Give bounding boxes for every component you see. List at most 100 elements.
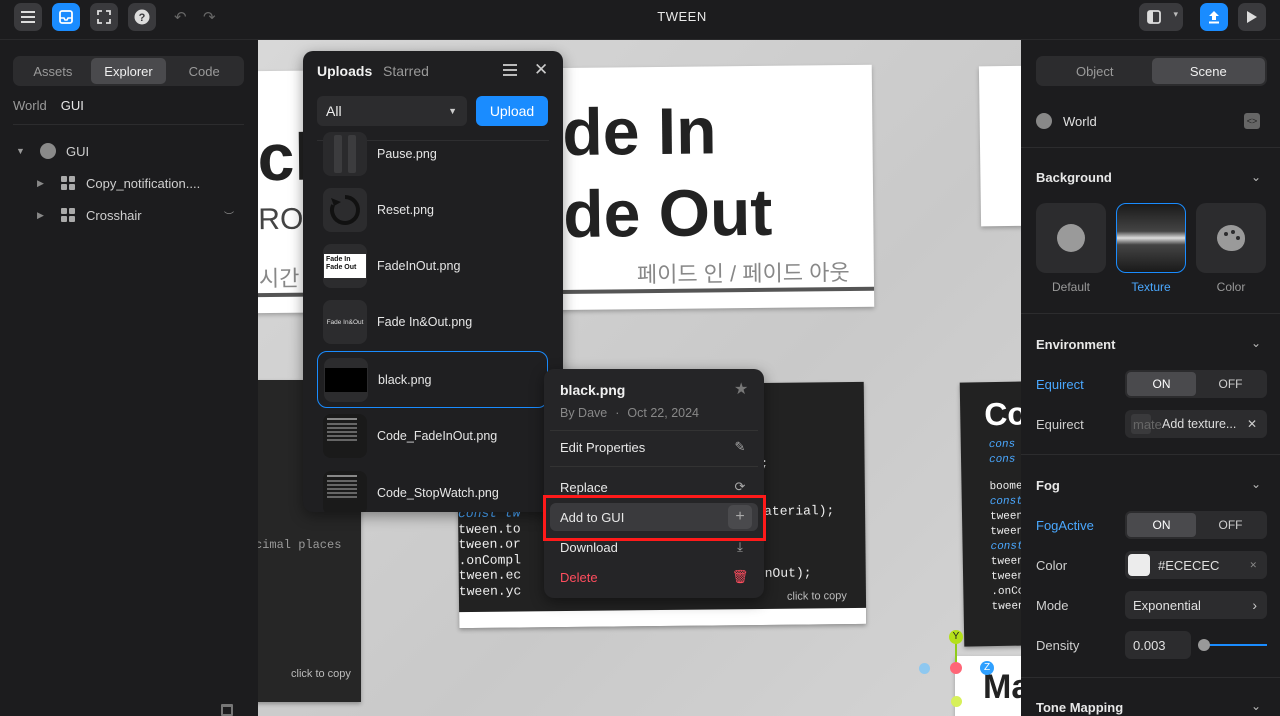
upload-item-fade-in-out[interactable]: Fade In&Out Fade In&Out.png (317, 294, 549, 350)
code-toggle-icon[interactable]: <> (1244, 113, 1260, 129)
frame-icon (61, 176, 75, 190)
world-row: World (1036, 113, 1097, 129)
side-card[interactable] (978, 65, 1021, 227)
crumb-world[interactable]: World (13, 98, 47, 113)
density-slider[interactable] (1198, 639, 1267, 651)
upload-button[interactable]: Upload (476, 96, 548, 126)
chevron-down-icon[interactable]: ⌄ (1251, 170, 1261, 184)
tab-uploads[interactable]: Uploads (317, 63, 372, 79)
edit-properties-menu-item[interactable]: Edit Properties ✎ (550, 433, 758, 461)
divider (550, 466, 758, 467)
background-texture-option[interactable] (1116, 203, 1186, 273)
equirect-toggle[interactable]: ON OFF (1125, 370, 1267, 398)
chevron-down-icon: ▾ (1173, 9, 1178, 19)
filter-select[interactable]: All ▼ (317, 96, 467, 126)
toggle-on[interactable]: ON (1127, 513, 1196, 537)
code-line: tween (990, 570, 1021, 584)
code-line: tween. (991, 600, 1021, 614)
close-icon[interactable]: ✕ (1249, 560, 1257, 571)
crumb-gui[interactable]: GUI (61, 98, 84, 113)
equirect-texture-field[interactable]: mate Add texture... ✕ (1125, 410, 1267, 438)
tone-mapping-section-title: Tone Mapping (1036, 700, 1124, 715)
divider (1021, 313, 1280, 314)
tree-item-label: Copy_notification.... (86, 175, 201, 191)
chevron-right-icon[interactable]: ▶ (37, 210, 51, 221)
code-line: tween.or (458, 536, 521, 553)
context-title: black.png (560, 382, 626, 398)
fog-mode-select[interactable]: Exponential › (1125, 591, 1267, 619)
trash-icon[interactable] (221, 704, 233, 716)
gizmo-point[interactable] (919, 663, 930, 674)
upload-item-reset[interactable]: Reset.png (317, 182, 549, 238)
delete-menu-item[interactable]: Delete 🗑 (550, 563, 758, 591)
tab-code[interactable]: Code (166, 58, 242, 84)
background-default-option[interactable] (1036, 203, 1106, 273)
gizmo-x-handle[interactable] (950, 662, 962, 674)
tab-assets[interactable]: Assets (15, 58, 91, 84)
texture-placeholder: mate (1133, 416, 1162, 432)
fade-in-out-thumbnail: Fade In&Out (323, 300, 367, 344)
toggle-off[interactable]: OFF (1196, 372, 1265, 396)
close-icon[interactable]: ✕ (534, 60, 548, 80)
context-meta: By Dave · Oct 22, 2024 (560, 406, 699, 420)
chevron-right-icon: › (1252, 597, 1257, 613)
card-title: Co (983, 395, 1021, 433)
upload-item-pause[interactable]: Pause.png (317, 126, 549, 182)
transform-gizmo[interactable]: Y Z (918, 628, 998, 716)
left-tabs: Assets Explorer Code (13, 56, 244, 86)
upload-item-code-fadeinout[interactable]: Code_FadeInOut.png (317, 408, 549, 464)
toggle-off[interactable]: OFF (1196, 513, 1265, 537)
color-swatch[interactable] (1128, 554, 1150, 576)
fog-density-input[interactable]: 0.003 (1125, 631, 1191, 659)
toggle-on[interactable]: ON (1127, 372, 1196, 396)
gizmo-point[interactable] (951, 696, 962, 707)
fog-active-toggle[interactable]: ON OFF (1125, 511, 1267, 539)
eye-hidden-icon[interactable]: ︶ (224, 208, 234, 223)
tree-item-copy-notification[interactable]: ▶ Copy_notification.... (0, 169, 258, 197)
close-icon[interactable]: ✕ (1247, 417, 1257, 431)
star-icon[interactable]: ★ (734, 379, 748, 399)
divider (1021, 147, 1280, 148)
tab-scene[interactable]: Scene (1151, 58, 1265, 84)
decimal-text: cimal places (258, 538, 342, 552)
chevron-down-icon[interactable]: ⌄ (1251, 477, 1261, 491)
date-label: Oct 22, 2024 (627, 406, 699, 420)
fog-section-title: Fog (1036, 478, 1060, 493)
globe-icon (1036, 113, 1052, 129)
code-line: tween.to (458, 520, 521, 537)
chevron-right-icon[interactable]: ▶ (37, 178, 51, 189)
list-view-icon[interactable] (503, 64, 517, 76)
upload-item-black-selected[interactable]: black.png (317, 351, 548, 408)
chevron-down-icon[interactable]: ⌄ (1251, 336, 1261, 350)
tree-item-gui[interactable]: ▼ GUI (0, 137, 258, 165)
frame-icon (61, 208, 75, 222)
black-thumbnail (324, 357, 368, 402)
upload-item-fadeinout[interactable]: Fade In Fade Out FadeInOut.png (317, 238, 549, 294)
uploads-panel: Uploads Starred ✕ All ▼ Upload Pause.png… (303, 51, 563, 512)
background-color-option[interactable] (1196, 203, 1266, 273)
left-panel: Assets Explorer Code World GUI ▼ GUI ▶ C… (0, 40, 258, 716)
publish-button[interactable] (1200, 3, 1228, 31)
asset-context-menu: black.png ★ By Dave · Oct 22, 2024 Edit … (544, 369, 764, 598)
chevron-down-icon[interactable]: ⌄ (1251, 699, 1261, 713)
gizmo-z-handle[interactable]: Z (980, 661, 994, 675)
divider (1021, 677, 1280, 678)
tab-explorer[interactable]: Explorer (90, 58, 167, 84)
code-line: tween (990, 555, 1021, 569)
separator-dot: · (615, 406, 620, 420)
tree-item-crosshair[interactable]: ▶ Crosshair ︶ (0, 201, 258, 229)
layout-button[interactable]: ▾ (1139, 3, 1183, 31)
divider (550, 430, 758, 431)
gizmo-y-handle[interactable]: Y (949, 630, 963, 644)
right-code-card[interactable]: Co cons cons boome const tween tween con… (959, 381, 1021, 647)
upload-item-code-stopwatch[interactable]: Code_StopWatch.png (317, 465, 549, 512)
play-button[interactable] (1238, 3, 1266, 31)
chevron-down-icon[interactable]: ▼ (16, 146, 30, 156)
tab-object[interactable]: Object (1038, 58, 1152, 84)
code-line: .onCompl (458, 551, 522, 568)
reset-icon (330, 195, 360, 225)
density-slider-thumb[interactable] (1198, 639, 1211, 651)
tab-starred[interactable]: Starred (383, 63, 429, 79)
fog-color-field[interactable]: #ECECEC ✕ (1125, 551, 1267, 579)
menu-item-label: Delete (560, 569, 598, 585)
